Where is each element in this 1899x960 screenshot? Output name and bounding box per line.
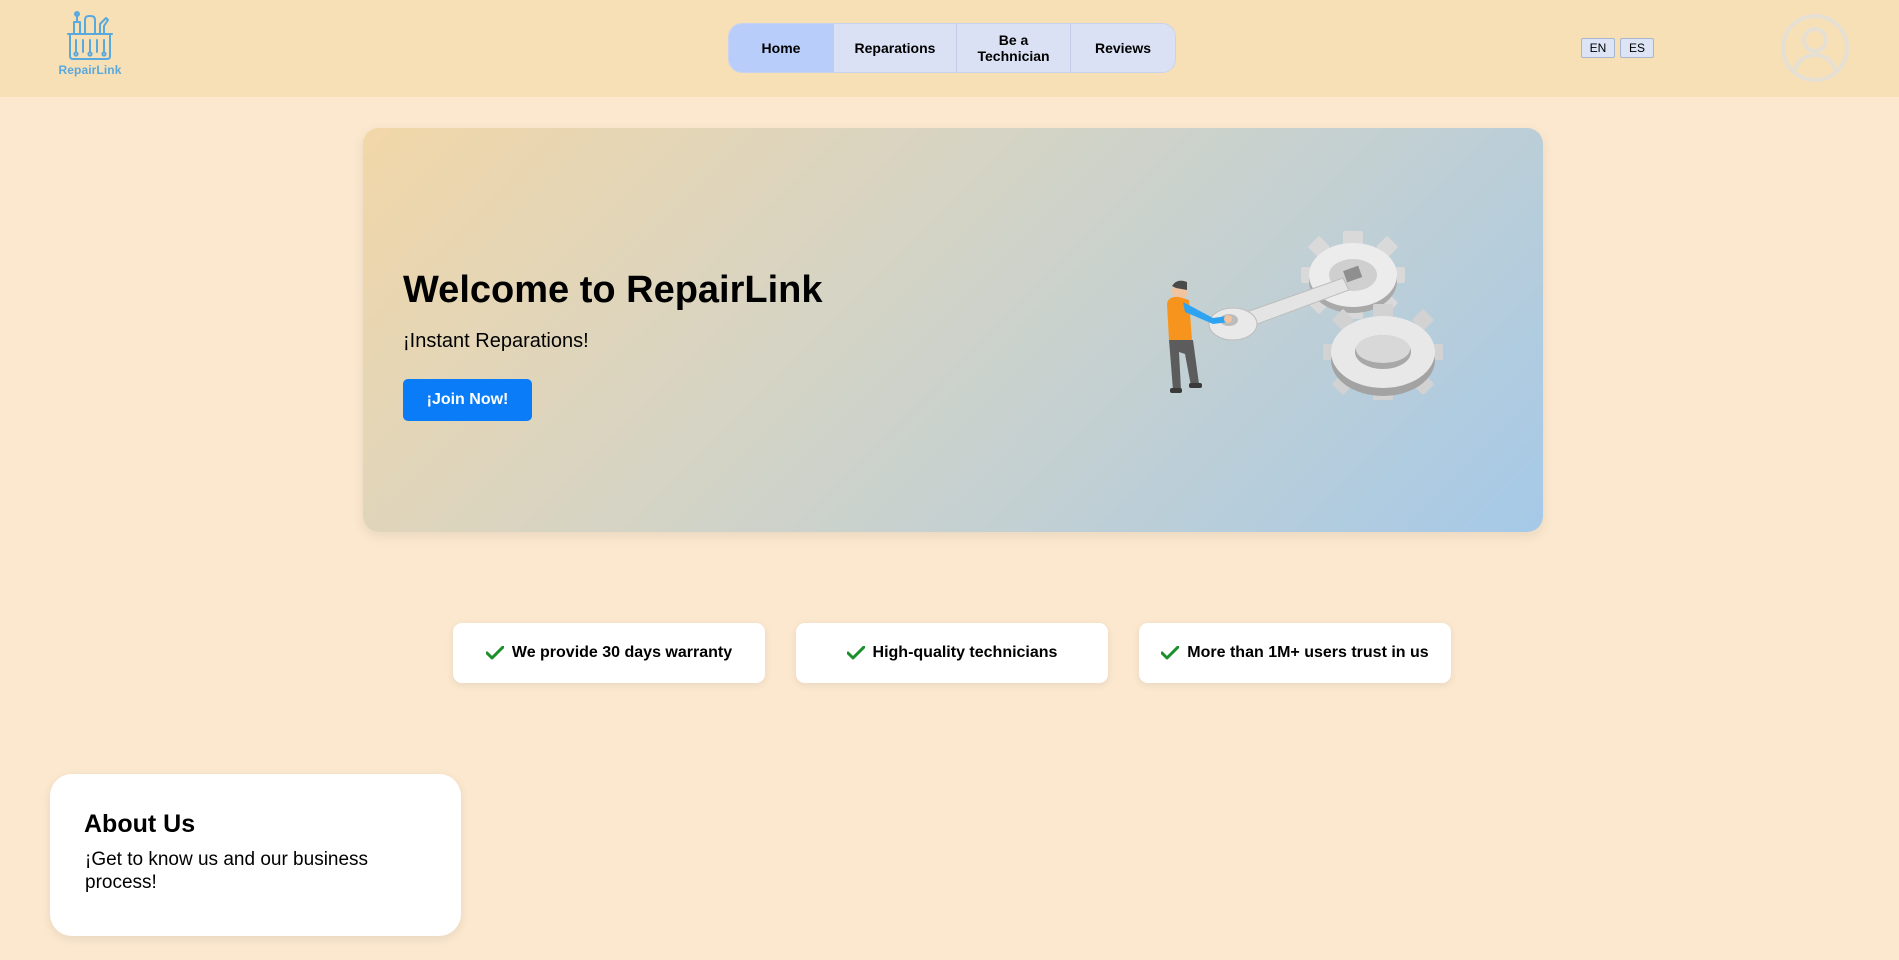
join-now-button[interactable]: ¡Join Now! — [403, 379, 532, 421]
hero-title: Welcome to RepairLink — [403, 269, 823, 311]
feature-card-users: More than 1M+ users trust in us — [1139, 623, 1451, 683]
nav-reviews[interactable]: Reviews — [1071, 24, 1175, 72]
nav-reparations[interactable]: Reparations — [834, 24, 957, 72]
brand-logo[interactable]: RepairLink — [55, 10, 125, 82]
feature-text: We provide 30 days warranty — [511, 644, 733, 661]
top-header: RepairLink Home Reparations Be a Technic… — [0, 0, 1899, 97]
brand-name: RepairLink — [58, 63, 122, 77]
technician-gears-illustration — [1167, 231, 1443, 400]
language-en-button[interactable]: EN — [1581, 38, 1615, 58]
check-icon — [1161, 646, 1180, 660]
main-nav: Home Reparations Be a Technician Reviews — [728, 23, 1176, 73]
wrench-icon — [1208, 277, 1350, 341]
language-es-button[interactable]: ES — [1620, 38, 1654, 58]
nav-home[interactable]: Home — [729, 24, 834, 72]
check-icon — [846, 646, 865, 660]
hero-subtitle: ¡Instant Reparations! — [403, 330, 589, 352]
user-circle-icon — [1781, 14, 1849, 82]
about-us-title: About Us — [84, 810, 196, 838]
feature-text: High-quality technicians — [872, 644, 1058, 661]
feature-card-technicians: High-quality technicians — [796, 623, 1108, 683]
gear-icon — [1323, 304, 1443, 400]
user-avatar[interactable] — [1780, 13, 1850, 83]
nav-be-a-technician[interactable]: Be a Technician — [957, 24, 1071, 72]
check-icon — [485, 646, 504, 660]
nav-be-a-technician-label: Be a Technician — [977, 32, 1050, 64]
feature-card-warranty: We provide 30 days warranty — [453, 623, 765, 683]
feature-text: More than 1M+ users trust in us — [1187, 644, 1429, 661]
toolbox-logo-icon — [67, 11, 113, 60]
about-us-text: ¡Get to know us and our business process… — [85, 849, 369, 893]
hero-banner: Welcome to RepairLink ¡Instant Reparatio… — [363, 128, 1543, 532]
about-us-card[interactable]: About Us ¡Get to know us and our busines… — [50, 774, 461, 936]
